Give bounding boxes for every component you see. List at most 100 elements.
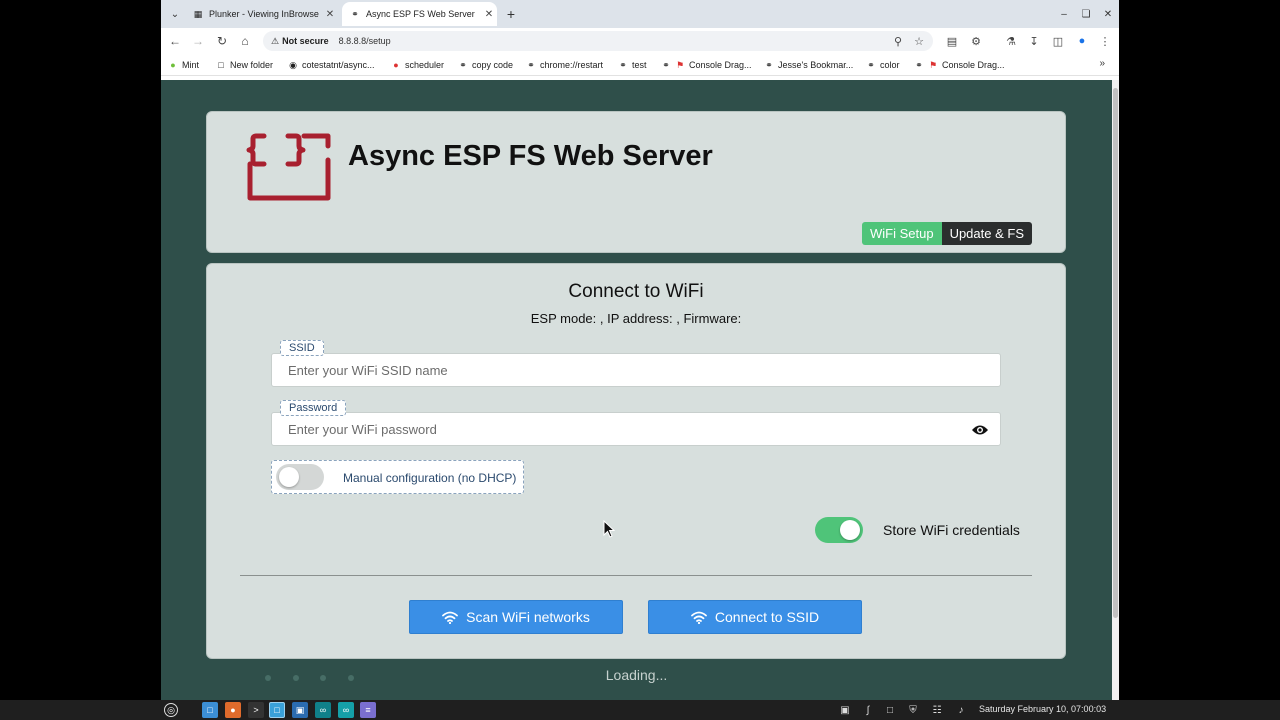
shield-icon[interactable]: ⛨ — [906, 703, 920, 717]
bookmark-label: scheduler — [405, 60, 445, 70]
logo-icon — [246, 133, 331, 201]
bookmark-item[interactable]: ● scheduler — [391, 58, 444, 72]
password-input[interactable] — [272, 413, 1000, 445]
browser-tab-async-esp[interactable]: ⚭ Async ESP FS Web Server ✕ — [342, 2, 497, 26]
tab-search-chevron-icon[interactable]: ⌄ — [165, 4, 185, 24]
browser-tab-plunker[interactable]: ▦ Plunker - Viewing InBrowse ✕ — [185, 2, 338, 26]
bookmark-item[interactable]: ⚭ color — [866, 58, 899, 72]
start-menu-icon[interactable]: ◎ — [164, 703, 178, 717]
page-scrollbar[interactable] — [1112, 80, 1119, 700]
back-icon[interactable]: ← — [165, 31, 185, 51]
scheduler-icon: ● — [393, 60, 399, 70]
forward-icon[interactable]: → — [188, 31, 208, 51]
zoom-icon[interactable]: ⚲ — [888, 31, 908, 51]
star-icon[interactable]: ☆ — [909, 31, 929, 51]
bookmark-icon: ⚑ — [675, 60, 685, 70]
network-icon[interactable]: ☷ — [930, 703, 944, 717]
arduino-ide-icon[interactable]: ∞ — [338, 702, 354, 718]
warning-icon: ⚠ — [271, 35, 280, 46]
maximize-icon[interactable]: ❏ — [1075, 4, 1097, 24]
bookmark-item[interactable]: ⚭ ⚑ Console Drag... — [661, 58, 752, 72]
show-password-eye-icon[interactable] — [972, 423, 988, 437]
new-tab-icon[interactable]: + — [501, 4, 521, 24]
connect-button-label: Connect to SSID — [714, 609, 820, 625]
github-icon: ◉ — [289, 60, 297, 70]
bookmark-item[interactable]: ◉ cotestatnt/async... — [288, 58, 374, 72]
header-card: Async ESP FS Web Server WiFi Setup Updat… — [206, 111, 1066, 253]
tab-title: Plunker - Viewing InBrowse — [209, 9, 319, 19]
minimize-icon[interactable]: – — [1053, 4, 1075, 24]
download-icon[interactable]: ↧ — [1024, 31, 1044, 51]
scan-wifi-button[interactable]: Scan WiFi networks — [409, 600, 623, 634]
store-credentials-label: Store WiFi credentials — [883, 522, 1020, 538]
folder-icon: □ — [218, 60, 224, 70]
close-tab-icon[interactable]: ✕ — [481, 9, 497, 20]
bookmark-label: Mint — [182, 60, 200, 70]
tab-title: Async ESP FS Web Server — [366, 9, 475, 19]
password-field[interactable] — [271, 412, 1001, 446]
browser-toolbar: ← → ↻ ⌂ ⚠ Not secure 8.8.8.8/setup ⚲ ☆ ▤… — [161, 28, 1119, 54]
url-text[interactable]: 8.8.8.8/setup — [339, 36, 391, 46]
wifi-icon — [690, 611, 707, 624]
tab-update-fs[interactable]: Update & FS — [941, 222, 1032, 245]
bookmark-item[interactable]: ⚭ ⚑ Console Drag... — [914, 58, 1005, 72]
globe-icon: ⚭ — [527, 60, 535, 70]
toggle-knob — [840, 520, 860, 540]
files-icon[interactable]: □ — [202, 702, 218, 718]
menu-kebab-icon[interactable]: ⋮ — [1095, 31, 1115, 51]
globe-icon: ⚭ — [459, 60, 467, 70]
reload-icon[interactable]: ↻ — [212, 31, 232, 51]
scrollbar-thumb[interactable] — [1113, 88, 1118, 618]
tab-wifi-setup[interactable]: WiFi Setup — [861, 222, 942, 245]
bookmark-item[interactable]: ⚭ chrome://restart — [526, 58, 603, 72]
manual-config-label: Manual configuration (no DHCP) — [343, 471, 517, 485]
globe-icon: ⚭ — [619, 60, 627, 70]
extensions-puzzle-icon[interactable]: ⚙ — [966, 31, 986, 51]
address-bar[interactable]: ⚠ Not secure 8.8.8.8/setup — [263, 31, 933, 51]
loading-text: Loading... — [605, 667, 668, 683]
screenshot-tray-icon[interactable]: ▣ — [838, 703, 852, 717]
bookmark-item[interactable]: □ New folder — [216, 58, 273, 72]
terminal-icon[interactable]: > — [248, 702, 264, 718]
extension-v-icon[interactable]: ▤ — [942, 31, 962, 51]
browser-taskbar-icon[interactable]: □ — [269, 702, 285, 718]
mouse-cursor-icon — [603, 520, 615, 538]
app-orange-icon[interactable]: ● — [225, 702, 241, 718]
bookmark-label: Console Drag... — [942, 60, 1005, 70]
toggle-knob — [279, 467, 299, 487]
bookmark-item[interactable]: ● Mint — [168, 58, 199, 72]
manual-config-option[interactable]: Manual configuration (no DHCP) — [271, 460, 524, 494]
text-editor-icon[interactable]: ≡ — [360, 702, 376, 718]
side-panel-icon[interactable]: ◫ — [1048, 31, 1068, 51]
close-tab-icon[interactable]: ✕ — [322, 9, 338, 20]
clock[interactable]: Saturday February 10, 07:00:03 — [979, 704, 1106, 714]
clipboard-icon[interactable]: □ — [883, 703, 897, 717]
wifi-setup-card: Connect to WiFi ESP mode: , IP address: … — [206, 263, 1066, 659]
bookmark-item[interactable]: ⚭ Jesse's Bookmar... — [764, 58, 853, 72]
bookmark-icon: ⚑ — [928, 60, 938, 70]
more-bookmarks-icon[interactable]: » — [1099, 58, 1105, 69]
manual-config-toggle[interactable] — [276, 464, 324, 490]
browser-window: ⌄ ▦ Plunker - Viewing InBrowse ✕ ⚭ Async… — [161, 0, 1119, 700]
store-credentials-toggle[interactable] — [815, 517, 863, 543]
volume-icon[interactable]: ♪ — [954, 703, 968, 717]
bluetooth-icon[interactable]: ∫ — [861, 703, 875, 717]
ssid-input[interactable] — [272, 354, 1000, 386]
security-indicator[interactable]: Not secure — [282, 36, 329, 46]
page-content: Async ESP FS Web Server WiFi Setup Updat… — [161, 80, 1112, 700]
bookmark-item[interactable]: ⚭ test — [618, 58, 646, 72]
lab-icon[interactable]: ⚗ — [1001, 31, 1021, 51]
esp-status-text: ESP mode: , IP address: , Firmware: — [530, 311, 742, 326]
bookmark-item[interactable]: ⚭ copy code — [458, 58, 513, 72]
close-window-icon[interactable]: ✕ — [1097, 4, 1119, 24]
bookmark-label: Console Drag... — [689, 60, 752, 70]
arduino-icon[interactable]: ∞ — [315, 702, 331, 718]
divider — [240, 575, 1032, 576]
ssid-field[interactable] — [271, 353, 1001, 387]
profile-avatar-icon[interactable]: ● — [1072, 31, 1092, 51]
screenshot-icon[interactable]: ▣ — [292, 702, 308, 718]
globe-icon: ⚭ — [351, 9, 359, 19]
home-icon[interactable]: ⌂ — [235, 31, 255, 51]
plunker-icon: ▦ — [193, 9, 203, 19]
connect-ssid-button[interactable]: Connect to SSID — [648, 600, 862, 634]
